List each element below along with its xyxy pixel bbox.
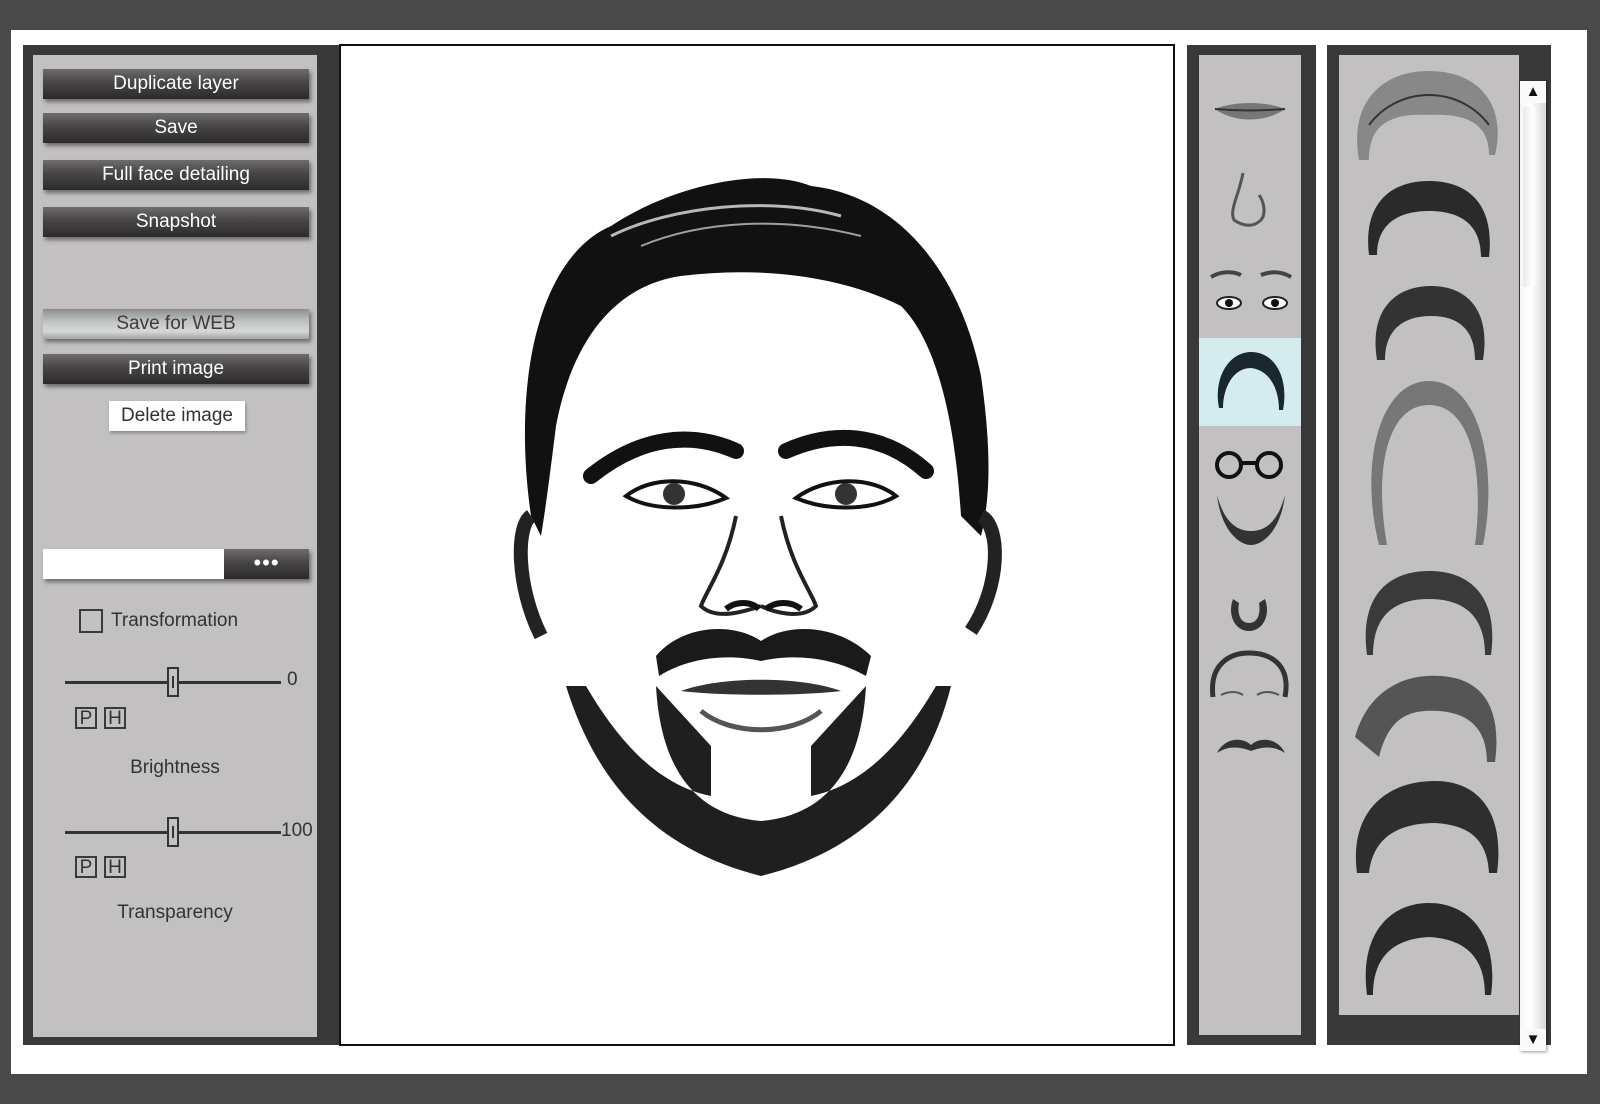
face-sketch (513, 178, 1002, 876)
transparency-slider[interactable] (65, 817, 281, 847)
opacity-label: Opacity (1345, 1048, 1410, 1069)
full-face-detailing-button[interactable]: Full face detailing (43, 160, 309, 190)
hair-list-scrollbar[interactable]: ▲ ▼ (1520, 81, 1546, 1051)
feature-glasses-beard[interactable] (1199, 435, 1301, 545)
hair-style-6[interactable] (1339, 667, 1519, 767)
mustache-beard (566, 629, 951, 876)
feature-hair[interactable] (1199, 338, 1301, 426)
hair-styles-list (1339, 55, 1519, 1015)
feature-nose[interactable] (1199, 155, 1301, 243)
save-button[interactable]: Save (43, 113, 309, 143)
brightness-label: Brightness (130, 757, 220, 778)
hair-styles-panel (1327, 45, 1551, 1045)
hair-style-1[interactable] (1339, 65, 1519, 165)
hair-style-icon (1365, 903, 1493, 995)
hair-style-icon (1375, 286, 1485, 360)
hair-style-3[interactable] (1339, 280, 1519, 365)
hair-style-icon (1368, 181, 1490, 257)
app-window: Duplicate layer Save Full face detailing… (11, 30, 1587, 1074)
nose-icon (1231, 172, 1266, 227)
hair-style-4[interactable] (1339, 375, 1519, 555)
transparency-label: Transparency (117, 902, 233, 923)
transparency-slider-thumb[interactable] (167, 817, 179, 847)
scroll-down-arrow-icon[interactable]: ▼ (1520, 1029, 1546, 1051)
file-path-input[interactable] (43, 549, 224, 579)
face-canvas[interactable] (339, 44, 1175, 1046)
transparency-value: 100 (281, 820, 313, 841)
transformation-checkbox[interactable] (79, 609, 103, 633)
eyes-icon (1209, 270, 1293, 310)
nose (698, 515, 819, 616)
hair-style-icon (1355, 675, 1497, 762)
transformation-label: Transformation (111, 610, 239, 631)
feature-eyes[interactable] (1199, 245, 1301, 333)
brightness-slider-thumb[interactable] (167, 667, 179, 697)
file-path-field: ••• (43, 549, 309, 579)
left-tool-panel: Duplicate layer Save Full face detailing… (23, 45, 345, 1045)
feature-category-panel (1187, 45, 1316, 1045)
feature-category-list (1199, 55, 1301, 1035)
transparency-p-button[interactable]: P (75, 856, 97, 878)
brightness-h-button[interactable]: H (104, 707, 126, 729)
hair-style-8[interactable] (1339, 895, 1519, 1005)
brightness-value: 0 (287, 669, 298, 690)
browse-button[interactable]: ••• (224, 549, 309, 579)
goatee-icon (1230, 599, 1268, 631)
brightness-slider[interactable] (65, 667, 281, 697)
feature-mustache[interactable] (1199, 715, 1301, 803)
scroll-up-arrow-icon[interactable]: ▲ (1520, 81, 1546, 103)
face-outline-icon (1210, 650, 1289, 698)
feature-lips[interactable] (1199, 65, 1301, 153)
scrollbar-thumb[interactable] (1523, 107, 1543, 287)
print-image-button[interactable]: Print image (43, 354, 309, 384)
ears (513, 509, 1002, 640)
hair-style-5[interactable] (1339, 565, 1519, 660)
save-for-web-button[interactable]: Save for WEB (43, 309, 309, 339)
glasses-beard-icon (1215, 451, 1285, 545)
eyebrows (583, 429, 934, 484)
hair-icon (1217, 352, 1285, 410)
hair-style-icon (1357, 71, 1498, 160)
hair-style-7[interactable] (1339, 773, 1519, 883)
hair-style-icon (1365, 571, 1493, 655)
transparency-h-button[interactable]: H (104, 856, 126, 878)
duplicate-layer-button[interactable]: Duplicate layer (43, 69, 309, 99)
transformation-option: Transformation (79, 607, 238, 635)
lips (681, 679, 841, 733)
hair-style-icon (1355, 781, 1499, 873)
left-tool-panel-body: Duplicate layer Save Full face detailing… (33, 55, 317, 1037)
hair-style-icon (1371, 381, 1489, 545)
transparency-mode-buttons: P H (75, 856, 126, 878)
brightness-mode-buttons: P H (75, 707, 126, 729)
lips-icon (1214, 103, 1286, 120)
delete-image-button[interactable]: Delete image (109, 401, 245, 431)
mustache-icon (1217, 739, 1285, 753)
eyes (622, 479, 900, 510)
hair-style-2[interactable] (1339, 175, 1519, 265)
snapshot-button[interactable]: Snapshot (43, 207, 309, 237)
brightness-p-button[interactable]: P (75, 707, 97, 729)
